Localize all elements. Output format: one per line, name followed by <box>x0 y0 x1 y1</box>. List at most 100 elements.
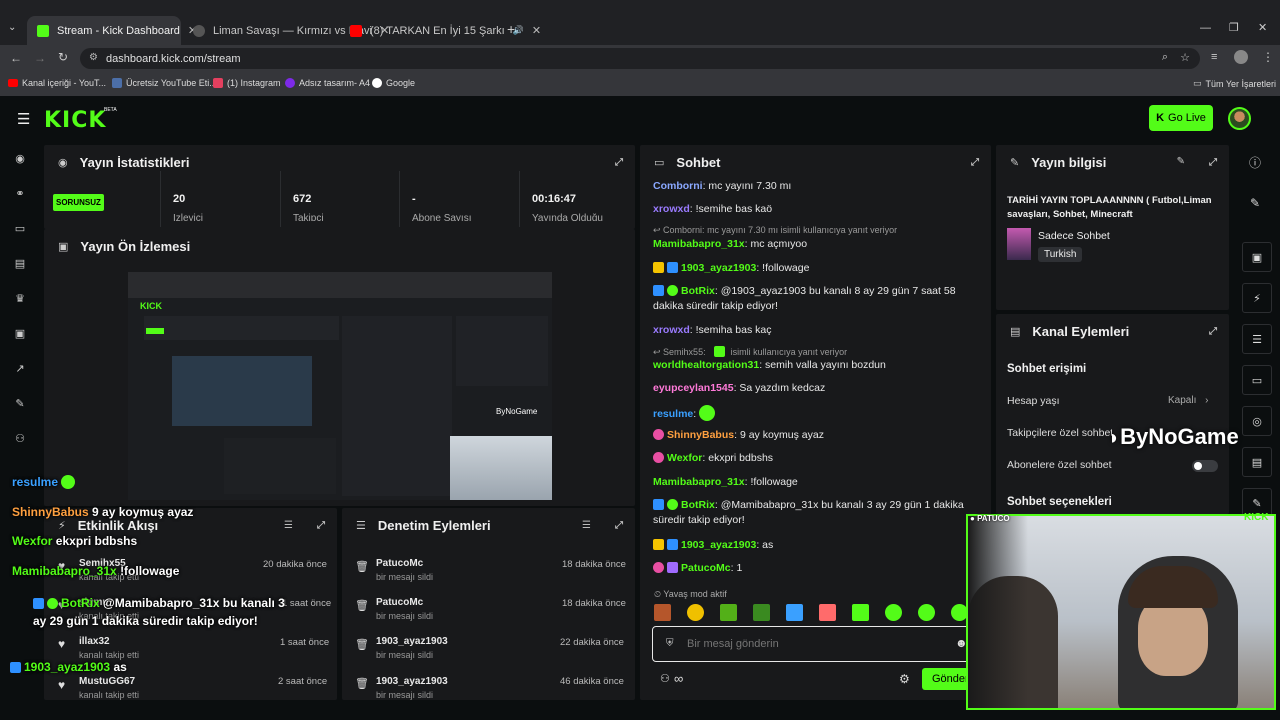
chat-message[interactable]: xrowxd: !semiha bas kaç <box>653 323 983 338</box>
emote-icon[interactable] <box>852 604 869 621</box>
chat-message[interactable]: Wexfor: ekxpri bdbshs <box>653 451 983 466</box>
emote-icon[interactable] <box>720 604 737 621</box>
rail-target-icon[interactable]: ◎ <box>1242 406 1272 436</box>
account-age-select[interactable]: Kapalı › <box>1168 395 1208 406</box>
chat-settings-icon[interactable]: ⚙ <box>899 672 910 686</box>
rail-tools-icon[interactable]: ✎ <box>13 397 27 411</box>
chat-input-box[interactable]: ⛨ ☻ <box>652 626 972 662</box>
bookmark-kanal[interactable]: Kanal içeriği - YouT... <box>8 78 106 88</box>
edit-icon[interactable]: ✎ <box>1177 156 1185 167</box>
emote-icon[interactable] <box>654 604 671 621</box>
chat-message[interactable]: BotRix: @Mamibabapro_31x bu kanalı 3 ay … <box>653 498 983 528</box>
hamburger-menu-icon[interactable]: ☰ <box>17 110 30 128</box>
overlay-chat-line: Mamibabapro_31x !followage <box>12 564 180 578</box>
rail-video-icon[interactable]: ▣ <box>13 327 27 341</box>
filter-icon[interactable]: ☰ <box>582 520 591 531</box>
bookmark-ucretsiz[interactable]: Ücretsiz YouTube Eti... <box>112 78 217 88</box>
tab-search-icon[interactable]: ⌄ <box>8 22 16 33</box>
expand-icon[interactable]: ⤢ <box>1209 326 1217 337</box>
check-badge-icon <box>667 499 678 510</box>
profile-icon[interactable] <box>1234 50 1248 64</box>
edit-rail-icon[interactable]: ✎ <box>1250 196 1260 210</box>
chat-message[interactable]: Comborni: mc yayını 7.30 mı <box>653 179 983 194</box>
tab-liman-savasi[interactable]: Liman Savaşı — Kırmızı vs Mavi ✕ <box>183 16 389 45</box>
chat-message[interactable]: eyupceylan1545: Sa yazdım kedcaz <box>653 381 983 396</box>
expand-icon[interactable]: ⤢ <box>1209 157 1217 168</box>
shield-icon: ⛨ <box>666 638 674 649</box>
emote-icon[interactable] <box>753 604 770 621</box>
emote-icon[interactable] <box>819 604 836 621</box>
chat-message-input[interactable] <box>687 636 937 652</box>
info-icon[interactable]: ⓘ <box>1249 154 1261 171</box>
url-input[interactable]: ⚙ dashboard.kick.com/stream ⌕ ☆ <box>80 48 1200 69</box>
stream-preview-video[interactable]: KICK ByNoGame <box>128 272 552 500</box>
menu-dots-icon[interactable]: ⋮ <box>1262 50 1274 64</box>
new-tab-icon[interactable]: + <box>507 21 515 37</box>
overlay-chat-line: Wexfor ekxpri bdbshs <box>12 534 138 548</box>
tab-kick-dashboard[interactable]: Stream - Kick Dashboard ✕ <box>27 16 197 45</box>
chat-message[interactable]: worldhealtorgation31: semih valla yayını… <box>653 358 983 373</box>
close-tab-icon[interactable]: ✕ <box>532 24 541 37</box>
chat-message[interactable]: Mamibabapro_31x: mc açmıyoo <box>653 237 983 252</box>
url-text: dashboard.kick.com/stream <box>106 52 241 65</box>
rail-lightning-icon[interactable]: ⚡ <box>1242 283 1272 313</box>
tab-tarkan[interactable]: (8) TARKAN En İyi 15 Şarkı 🔊 ✕ <box>340 16 541 45</box>
rail-button-1[interactable]: ▣ <box>1242 242 1272 272</box>
zoom-icon[interactable]: ⌕ <box>1162 51 1168 64</box>
emote-icon[interactable] <box>687 604 704 621</box>
bookmark-star-icon[interactable]: ☆ <box>1180 51 1190 64</box>
maximize-icon[interactable]: ❐ <box>1229 21 1239 34</box>
expand-icon[interactable]: ⤢ <box>615 520 623 531</box>
chat-message[interactable]: 1903_ayaz1903: as <box>653 538 983 553</box>
bookmark-instagram[interactable]: (1) Instagram <box>213 78 281 88</box>
chat-message[interactable]: resulme: <box>653 405 983 422</box>
media-control-icon[interactable]: ≡ <box>1211 51 1217 63</box>
chat-message[interactable]: BotRix: @1903_ayaz1903 bu kanalı 8 ay 29… <box>653 284 983 314</box>
send-button[interactable]: Gönder <box>922 668 972 690</box>
back-icon[interactable]: ← <box>10 51 22 65</box>
chat-message[interactable]: xrowxd: !semihe bas kaö <box>653 202 983 217</box>
rail-calendar-icon[interactable]: ▤ <box>1242 447 1272 477</box>
chat-message[interactable]: 1903_ayaz1903: !followage <box>653 261 983 276</box>
all-bookmarks[interactable]: ▭ Tüm Yer İşaretleri <box>1193 78 1276 89</box>
infinity-icon[interactable]: ∞ <box>674 671 683 686</box>
chat-users-icon[interactable]: ⚇ <box>660 672 670 685</box>
emote-icon[interactable] <box>885 604 902 621</box>
bookmark-google[interactable]: Google <box>372 78 415 88</box>
close-window-icon[interactable]: ✕ <box>1258 21 1267 34</box>
cam-kick-brand: KICK <box>1244 512 1269 523</box>
expand-icon[interactable]: ⤢ <box>971 157 979 168</box>
forward-icon[interactable]: → <box>34 51 46 65</box>
emote-icon[interactable] <box>786 604 803 621</box>
stream-health-badge: SORUNSUZ <box>53 194 104 211</box>
chat-message[interactable]: ShinnyBabus: 9 ay koymuş ayaz <box>653 428 983 443</box>
emote-icon[interactable] <box>918 604 935 621</box>
rail-window-icon[interactable]: ▭ <box>13 222 27 236</box>
chat-message[interactable]: PatucoMc: 1 <box>653 561 983 576</box>
reload-icon[interactable]: ↻ <box>58 50 68 64</box>
rail-analytics-icon[interactable]: ↗ <box>13 362 27 376</box>
rail-chat-icon[interactable]: ▭ <box>1242 365 1272 395</box>
kick-logo[interactable]: KICK <box>44 108 106 133</box>
filter-icon[interactable]: ☰ <box>284 520 293 531</box>
rail-users-icon[interactable]: ⚇ <box>13 432 27 446</box>
folder-icon: ▭ <box>1193 78 1202 88</box>
site-info-icon[interactable]: ⚙ <box>89 52 98 63</box>
go-live-button[interactable]: K Go Live <box>1149 105 1213 131</box>
minimize-icon[interactable]: — <box>1200 22 1211 34</box>
subs-only-toggle[interactable] <box>1192 460 1218 472</box>
expand-icon[interactable]: ⤢ <box>317 520 325 531</box>
moderation-row-2: PatucoMc bir mesajı sildi <box>376 597 434 621</box>
rail-trophy-icon[interactable]: ♛ <box>13 292 27 306</box>
rail-link-icon[interactable]: ⚭ <box>13 187 27 201</box>
rail-list-icon[interactable]: ☰ <box>1242 324 1272 354</box>
chat-message[interactable]: Mamibabapro_31x: !followage <box>653 475 983 490</box>
category-name[interactable]: Sadece Sohbet <box>1038 230 1110 242</box>
bookmark-adsiz[interactable]: Adsız tasarım- A4 <box>285 78 370 88</box>
rail-stream-icon[interactable]: ◉ <box>13 152 27 166</box>
preview-header: ▣ Yayın Ön İzlemesi <box>44 229 635 263</box>
browser-tab-strip: ⌄ Stream - Kick Dashboard ✕ Liman Savaşı… <box>0 0 1280 45</box>
user-avatar[interactable] <box>1228 107 1251 130</box>
expand-icon[interactable]: ⤢ <box>615 157 623 168</box>
rail-chart-icon[interactable]: ▤ <box>13 257 27 271</box>
